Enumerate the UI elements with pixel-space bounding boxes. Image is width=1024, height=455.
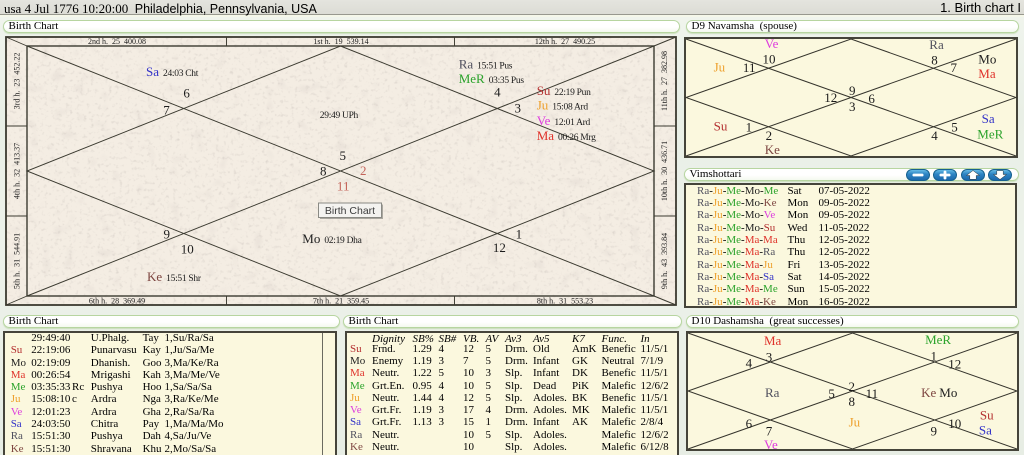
svg-text:6: 6 [183,86,190,101]
svg-text:2: 2 [360,163,367,178]
svg-text:2nd h. 25 400.08: 2nd h. 25 400.08 [88,37,146,46]
svg-text:Su: Su [980,408,994,423]
svg-text:7th h. 21 359.45: 7th h. 21 359.45 [313,297,369,306]
svg-text:Birth Chart: Birth Chart [325,205,375,217]
svg-text:12: 12 [948,356,961,371]
svg-text:8: 8 [849,394,856,409]
svg-text:Ra: Ra [765,385,780,400]
svg-text:12: 12 [493,240,506,255]
svg-text:11: 11 [337,178,350,193]
svg-text:2: 2 [849,379,856,394]
svg-text:1: 1 [931,349,938,364]
svg-text:4: 4 [931,128,938,143]
svg-text:1st h. 19 539.14: 1st h. 19 539.14 [313,37,368,46]
svg-text:8: 8 [320,164,327,179]
svg-text:11th h. 27 382.98: 11th h. 27 382.98 [660,51,669,111]
svg-text:Ra: Ra [929,37,944,52]
svg-text:Ju: Ju [849,414,861,429]
svg-text:5: 5 [828,386,835,401]
svg-text:12th h. 27 490.25: 12th h. 27 490.25 [535,37,595,46]
svg-text:Ma: Ma [764,333,782,348]
svg-text:7: 7 [163,103,170,118]
svg-text:29:49 UPh: 29:49 UPh [320,111,359,121]
svg-text:6: 6 [746,416,753,431]
svg-text:9: 9 [849,83,856,98]
svg-text:3rd h. 23 452.22: 3rd h. 23 452.22 [13,53,22,110]
svg-text:10: 10 [948,416,961,431]
svg-text:7: 7 [951,60,958,75]
svg-text:Mo: Mo [978,52,996,67]
svg-text:KeMo: Ke Mo [921,385,957,400]
svg-text:Su: Su [714,119,728,134]
svg-text:6th h. 28 369.49: 6th h. 28 369.49 [89,297,145,306]
svg-text:4: 4 [494,85,501,100]
svg-text:Ve: Ve [765,37,779,51]
svg-text:3: 3 [766,350,773,365]
svg-text:5: 5 [340,148,347,163]
svg-text:1: 1 [746,120,753,135]
svg-text:1: 1 [516,226,523,241]
svg-text:10th h. 30 436.71: 10th h. 30 436.71 [660,141,669,201]
svg-text:4th h. 32 413.37: 4th h. 32 413.37 [13,143,22,199]
svg-text:Ju: Ju [714,59,726,74]
svg-text:Ke: Ke [765,142,780,157]
svg-text:9th h. 43 393.84: 9th h. 43 393.84 [660,233,669,289]
svg-text:6: 6 [868,91,875,106]
svg-text:10: 10 [181,241,194,256]
svg-text:3: 3 [849,99,856,114]
svg-text:Ve: Ve [764,437,778,451]
svg-text:9: 9 [931,424,938,439]
svg-text:8: 8 [931,53,938,68]
svg-text:5th h. 31 544.91: 5th h. 31 544.91 [13,233,22,289]
svg-text:5: 5 [951,120,958,135]
svg-text:Sa: Sa [982,111,995,126]
svg-text:Sa: Sa [979,423,992,438]
svg-text:MeR: MeR [925,332,951,347]
svg-text:Ma: Ma [978,66,996,81]
svg-text:4: 4 [746,355,753,370]
svg-text:3: 3 [514,101,521,116]
svg-text:12: 12 [824,90,837,105]
svg-text:11: 11 [743,60,756,75]
svg-text:8th h. 31 553.23: 8th h. 31 553.23 [537,297,593,306]
svg-text:2: 2 [766,128,773,143]
svg-text:11: 11 [866,386,879,401]
svg-text:MeR: MeR [977,126,1003,141]
svg-text:10: 10 [763,52,776,67]
svg-text:9: 9 [164,226,171,241]
